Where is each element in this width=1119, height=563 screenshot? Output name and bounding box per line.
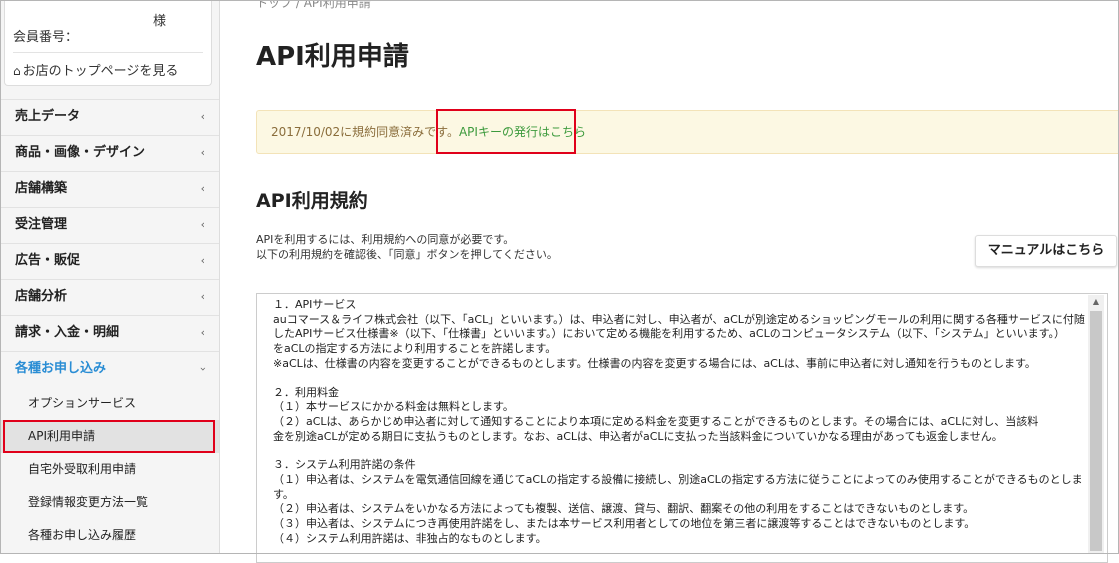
sidebar-item-store-analysis[interactable]: 店舗分析 ‹ (0, 279, 219, 315)
sidebar-item-order-management[interactable]: 受注管理 ‹ (0, 207, 219, 243)
sidebar-item-label: 店舗構築 (15, 181, 68, 196)
sidebar-subitem-registration-change[interactable]: 登録情報変更方法一覧 (0, 486, 219, 519)
sidebar-item-label: 売上データ (15, 109, 81, 124)
intro-line: APIを利用するには、利用規約への同意が必要です。 (256, 233, 515, 246)
sidebar-item-billing[interactable]: 請求・入金・明細 ‹ (0, 315, 219, 351)
chevron-left-icon: ‹ (200, 146, 205, 159)
sidebar-item-label: 請求・入金・明細 (15, 325, 120, 340)
terms-line: す。 (273, 487, 294, 501)
terms-line: （４）システム利用許諾は、非独占的なものとします。 (273, 531, 547, 545)
shop-top-link[interactable]: ⌂ お店のトップページを見る (13, 60, 178, 79)
intro-text: APIを利用するには、利用規約への同意が必要です。 以下の利用規約を確認後、「同… (256, 232, 558, 262)
terms-line: 金を別途aCLが定める期日に支払うものとします。なお、aCLは、申込者がaCLに… (273, 429, 1003, 443)
chevron-left-icon: ‹ (200, 254, 205, 267)
agreement-status-text: 2017/10/02に規約同意済みです。 (271, 125, 459, 139)
sidebar-item-label: 各種お申し込み (15, 361, 107, 376)
sidebar-subitem-outside-home-pickup[interactable]: 自宅外受取利用申請 (0, 453, 219, 486)
agreement-alert: 2017/10/02に規約同意済みです。APIキーの発行はこちら (256, 110, 1119, 154)
terms-line: auコマース＆ライフ株式会社（以下、「aCL」といいます。）は、申込者に対し、申… (273, 312, 1085, 326)
breadcrumb: トップ / API利用申請 (256, 0, 371, 11)
sidebar-item-label: 広告・販促 (15, 253, 81, 268)
sidebar-item-label: 受注管理 (15, 217, 68, 232)
member-honorific: 様 (153, 14, 167, 29)
chevron-left-icon: ‹ (200, 290, 205, 303)
chevron-left-icon: ‹ (200, 218, 205, 231)
page-title: API利用申請 (256, 42, 409, 72)
breadcrumb-current: API利用申請 (303, 0, 371, 10)
sidebar-item-store-building[interactable]: 店舗構築 ‹ (0, 171, 219, 207)
sidebar: 様 会員番号： ⌂ お店のトップページを見る 売上データ ‹ 商品・画像・デザイン… (0, 0, 220, 554)
sidebar-subitem-api-application[interactable]: API利用申請 (0, 420, 219, 453)
terms-line: １．APIサービス (273, 298, 357, 311)
sidebar-subitem-label: 登録情報変更方法一覧 (28, 495, 149, 509)
chevron-down-icon: ‹ (195, 366, 209, 372)
terms-line: をaCLの指定する方法により利用することを許諾します。 (273, 342, 557, 356)
sidebar-subitem-label: オプションサービス (28, 396, 137, 410)
chevron-left-icon: ‹ (200, 182, 205, 195)
intro-line: 以下の利用規約を確認後、「同意」ボタンを押してください。 (256, 248, 558, 261)
manual-button[interactable]: マニュアルはこちら (975, 235, 1117, 267)
divider (13, 52, 203, 53)
member-info-box: 様 会員番号： ⌂ お店のトップページを見る (4, 0, 212, 86)
terms-scrollbar[interactable]: ▲ (1088, 295, 1104, 554)
scroll-up-arrow-icon[interactable]: ▲ (1088, 295, 1104, 309)
shop-top-link-label: お店のトップページを見る (22, 64, 179, 79)
breadcrumb-home[interactable]: トップ (256, 0, 292, 10)
chevron-left-icon: ‹ (200, 326, 205, 339)
sidebar-subitem-label: 自宅外受取利用申請 (28, 462, 137, 476)
sidebar-subitem-option-service[interactable]: オプションサービス (0, 387, 219, 420)
terms-line: ３．システム利用許諾の条件 (273, 458, 416, 472)
scroll-thumb[interactable] (1090, 311, 1102, 551)
terms-line: （１）申込者は、システムを電気通信回線を通じてaCLの指定する設備に接続し、別途… (273, 473, 1083, 487)
terms-line: （２）aCLは、あらかじめ申込者に対して通知することにより本項に定める料金を変更… (273, 414, 1039, 428)
sidebar-subitem-label: 各種お申し込み履歴 (28, 528, 137, 542)
terms-line: （２）申込者は、システムをいかなる方法によっても複製、送信、譲渡、貸与、翻訳、翻… (273, 502, 975, 516)
main-content: トップ / API利用申請 API利用申請 2017/10/02に規約同意済みで… (220, 0, 1119, 563)
home-icon: ⌂ (13, 64, 21, 78)
breadcrumb-separator: / (295, 0, 300, 10)
terms-line: （３）申込者は、システムにつき再使用許諾をし、または本サービス利用者としての地位… (273, 517, 976, 531)
section-title: API利用規約 (256, 190, 368, 212)
sidebar-item-ads-promotion[interactable]: 広告・販促 ‹ (0, 243, 219, 279)
terms-textarea[interactable]: １．APIサービス auコマース＆ライフ株式会社（以下、「aCL」といいます。）… (256, 293, 1108, 563)
sidebar-item-label: 商品・画像・デザイン (15, 145, 146, 160)
member-number-label: 会員番号： (13, 30, 79, 45)
terms-line: したAPIサービス仕様書※（以下、「仕様書」といいます。）において定める機能を利… (273, 327, 1065, 341)
sidebar-item-sales-data[interactable]: 売上データ ‹ (0, 99, 219, 135)
sidebar-menu: 売上データ ‹ 商品・画像・デザイン ‹ 店舗構築 ‹ 受注管理 ‹ 広告・販促… (0, 99, 219, 552)
sidebar-subitem-label: API利用申請 (28, 429, 95, 443)
sidebar-subitem-application-history[interactable]: 各種お申し込み履歴 (0, 519, 219, 552)
chevron-left-icon: ‹ (200, 110, 205, 123)
terms-line: ※aCLは、仕様書の内容を変更することができるものとします。仕様書の内容を変更す… (273, 356, 1036, 370)
highlight-box (436, 109, 576, 154)
sidebar-item-products-images-design[interactable]: 商品・画像・デザイン ‹ (0, 135, 219, 171)
sidebar-item-applications[interactable]: 各種お申し込み ‹ (0, 351, 219, 387)
terms-line: （１）本サービスにかかる料金は無料とします。 (273, 400, 514, 414)
terms-line: ２．利用料金 (273, 385, 339, 399)
sidebar-item-label: 店舗分析 (15, 289, 68, 304)
